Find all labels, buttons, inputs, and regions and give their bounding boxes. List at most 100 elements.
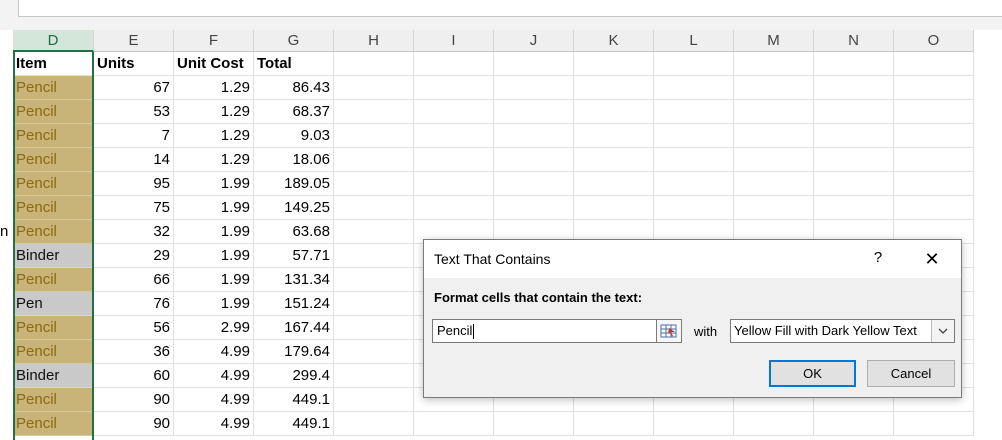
empty-cell[interactable] (414, 148, 494, 172)
empty-cell[interactable] (574, 412, 654, 436)
item-cell[interactable]: Pencil (13, 412, 94, 436)
total-cell[interactable]: 18.06 (254, 148, 334, 172)
column-header-n[interactable]: N (814, 30, 894, 52)
total-cell[interactable]: 9.03 (254, 124, 334, 148)
column-header-d[interactable]: D (13, 30, 94, 52)
unit-cost-cell[interactable]: 1.29 (174, 76, 254, 100)
empty-cell[interactable] (334, 76, 414, 100)
close-button[interactable]: ✕ (920, 248, 944, 270)
empty-cell[interactable] (654, 172, 734, 196)
empty-cell[interactable] (334, 100, 414, 124)
empty-cell[interactable] (574, 148, 654, 172)
empty-cell[interactable] (334, 196, 414, 220)
total-cell[interactable]: 449.1 (254, 412, 334, 436)
empty-cell[interactable] (334, 124, 414, 148)
empty-cell[interactable] (494, 100, 574, 124)
total-cell[interactable]: 68.37 (254, 100, 334, 124)
empty-cell[interactable] (734, 100, 814, 124)
empty-cell[interactable] (494, 196, 574, 220)
column-header-k[interactable]: K (574, 30, 654, 52)
empty-cell[interactable] (654, 196, 734, 220)
empty-cell[interactable] (814, 100, 894, 124)
header-cell-item[interactable]: Item (13, 52, 94, 76)
help-button[interactable]: ? (868, 248, 888, 268)
empty-cell[interactable] (494, 52, 574, 76)
empty-cell[interactable] (414, 76, 494, 100)
units-cell[interactable]: 53 (94, 100, 174, 124)
total-cell[interactable]: 63.68 (254, 220, 334, 244)
empty-cell[interactable] (334, 172, 414, 196)
empty-cell[interactable] (814, 124, 894, 148)
units-cell[interactable]: 60 (94, 364, 174, 388)
empty-cell[interactable] (334, 316, 414, 340)
empty-cell[interactable] (894, 172, 974, 196)
cancel-button[interactable]: Cancel (867, 360, 955, 387)
unit-cost-cell[interactable]: 4.99 (174, 412, 254, 436)
column-header-e[interactable]: E (94, 30, 174, 52)
empty-cell[interactable] (334, 412, 414, 436)
empty-cell[interactable] (574, 76, 654, 100)
empty-cell[interactable] (814, 196, 894, 220)
empty-cell[interactable] (414, 172, 494, 196)
empty-cell[interactable] (654, 52, 734, 76)
item-cell[interactable]: Pen (13, 292, 94, 316)
unit-cost-cell[interactable]: 1.99 (174, 292, 254, 316)
empty-cell[interactable] (894, 124, 974, 148)
units-cell[interactable]: 56 (94, 316, 174, 340)
unit-cost-cell[interactable]: 1.29 (174, 100, 254, 124)
empty-cell[interactable] (494, 76, 574, 100)
header-cell-unit-cost[interactable]: Unit Cost (174, 52, 254, 76)
empty-cell[interactable] (334, 244, 414, 268)
empty-cell[interactable] (734, 172, 814, 196)
empty-cell[interactable] (334, 148, 414, 172)
empty-cell[interactable] (654, 76, 734, 100)
item-cell[interactable]: Pencil (13, 388, 94, 412)
item-cell[interactable]: Binder (13, 364, 94, 388)
units-cell[interactable]: 75 (94, 196, 174, 220)
units-cell[interactable]: 36 (94, 340, 174, 364)
range-select-button[interactable] (657, 319, 682, 343)
units-cell[interactable]: 90 (94, 388, 174, 412)
empty-cell[interactable] (734, 412, 814, 436)
empty-cell[interactable] (494, 172, 574, 196)
empty-cell[interactable] (814, 148, 894, 172)
empty-cell[interactable] (334, 340, 414, 364)
empty-cell[interactable] (654, 148, 734, 172)
item-cell[interactable]: Pencil (13, 76, 94, 100)
text-contains-input[interactable]: Pencil (432, 319, 657, 343)
unit-cost-cell[interactable]: 4.99 (174, 340, 254, 364)
column-header-m[interactable]: M (734, 30, 814, 52)
total-cell[interactable]: 131.34 (254, 268, 334, 292)
unit-cost-cell[interactable]: 2.99 (174, 316, 254, 340)
empty-cell[interactable] (574, 124, 654, 148)
unit-cost-cell[interactable]: 1.29 (174, 124, 254, 148)
column-header-o[interactable]: O (894, 30, 974, 52)
total-cell[interactable]: 86.43 (254, 76, 334, 100)
empty-cell[interactable] (574, 196, 654, 220)
empty-cell[interactable] (894, 76, 974, 100)
chevron-down-icon[interactable] (931, 320, 954, 342)
total-cell[interactable]: 57.71 (254, 244, 334, 268)
total-cell[interactable]: 449.1 (254, 388, 334, 412)
empty-cell[interactable] (894, 148, 974, 172)
header-cell-units[interactable]: Units (94, 52, 174, 76)
item-cell[interactable]: Pencil (13, 316, 94, 340)
units-cell[interactable]: 95 (94, 172, 174, 196)
empty-cell[interactable] (494, 124, 574, 148)
unit-cost-cell[interactable]: 4.99 (174, 364, 254, 388)
empty-cell[interactable] (574, 100, 654, 124)
units-cell[interactable]: 90 (94, 412, 174, 436)
item-cell[interactable]: Pencil (13, 100, 94, 124)
empty-cell[interactable] (334, 388, 414, 412)
units-cell[interactable]: 76 (94, 292, 174, 316)
empty-cell[interactable] (334, 292, 414, 316)
empty-cell[interactable] (894, 52, 974, 76)
ok-button[interactable]: OK (769, 360, 856, 387)
empty-cell[interactable] (734, 52, 814, 76)
item-cell[interactable]: Pencil (13, 196, 94, 220)
unit-cost-cell[interactable]: 1.99 (174, 220, 254, 244)
header-cell-total[interactable]: Total (254, 52, 334, 76)
empty-cell[interactable] (734, 124, 814, 148)
empty-cell[interactable] (734, 148, 814, 172)
empty-cell[interactable] (894, 196, 974, 220)
